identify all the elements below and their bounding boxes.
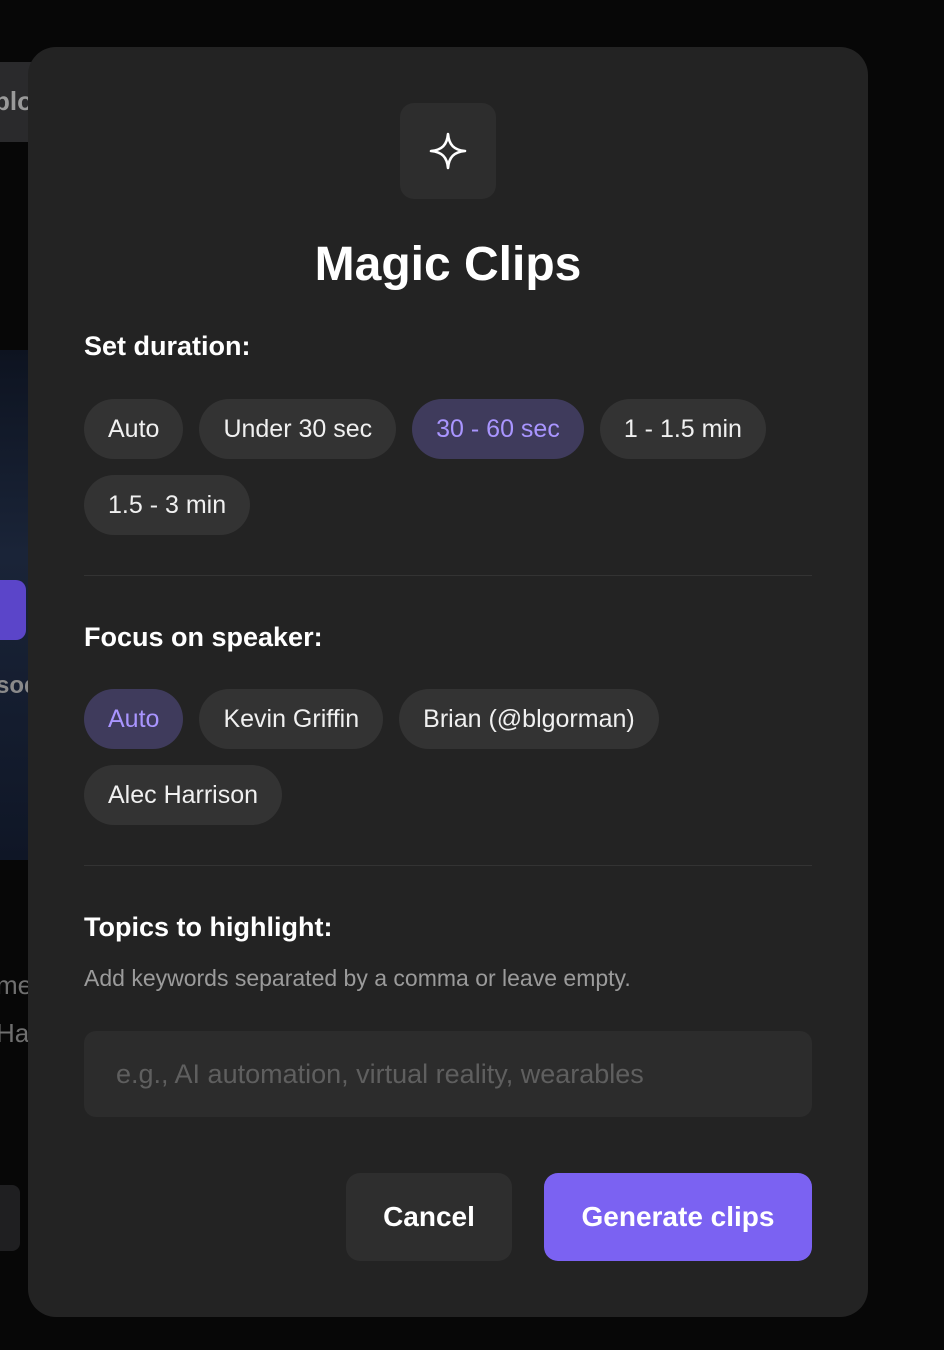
background-text: Ha — [0, 1018, 30, 1048]
speaker-label: Focus on speaker: — [84, 622, 323, 652]
speaker-options: Auto Kevin Griffin Brian (@blgorman) — [84, 689, 659, 749]
speaker-options-row-2: Alec Harrison — [84, 765, 283, 825]
duration-options: Auto Under 30 sec 30 - 60 sec 1 - 1.5 mi… — [84, 399, 766, 459]
duration-label: Set duration: — [84, 331, 251, 361]
topics-hint: Add keywords separated by a comma or lea… — [84, 965, 631, 991]
duration-option-1-1-5-min[interactable]: 1 - 1.5 min — [599, 399, 766, 459]
magic-clips-dialog: Magic Clips Set duration: Auto Under 30 … — [28, 47, 868, 1317]
sparkle-icon-container — [400, 103, 496, 199]
speaker-option-kevin-griffin[interactable]: Kevin Griffin — [199, 689, 384, 749]
section-divider — [84, 575, 812, 576]
duration-option-auto[interactable]: Auto — [84, 399, 184, 459]
background-button — [0, 580, 26, 640]
topics-label: Topics to highlight: — [84, 912, 333, 942]
duration-option-under-30-sec[interactable]: Under 30 sec — [199, 399, 397, 459]
generate-clips-button[interactable]: Generate clips — [544, 1173, 812, 1261]
topics-input[interactable] — [84, 1031, 812, 1117]
duration-options-row-2: 1.5 - 3 min — [84, 475, 251, 535]
speaker-option-auto[interactable]: Auto — [84, 689, 184, 749]
section-divider — [84, 865, 812, 866]
sparkle-icon — [429, 132, 467, 170]
background-control — [0, 1185, 20, 1251]
duration-option-1-5-3-min[interactable]: 1.5 - 3 min — [84, 475, 251, 535]
speaker-option-alec-harrison[interactable]: Alec Harrison — [84, 765, 283, 825]
duration-option-30-60-sec[interactable]: 30 - 60 sec — [412, 399, 584, 459]
speaker-option-brian[interactable]: Brian (@blgorman) — [399, 689, 659, 749]
dialog-title: Magic Clips — [314, 238, 582, 291]
cancel-button[interactable]: Cancel — [346, 1173, 512, 1261]
